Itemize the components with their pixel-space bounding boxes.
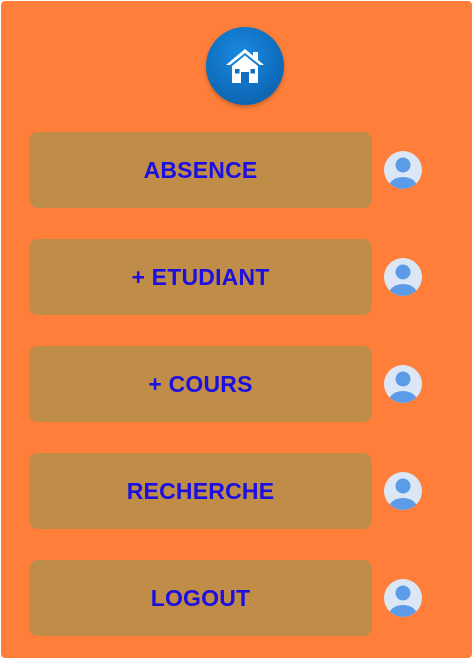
home-icon [226, 49, 264, 83]
user-avatar-icon[interactable] [384, 258, 422, 296]
menu-row-logout: LOGOUT [29, 560, 429, 636]
user-avatar-icon[interactable] [384, 472, 422, 510]
home-button[interactable] [206, 27, 284, 105]
absence-button[interactable]: ABSENCE [29, 132, 372, 208]
user-avatar-icon[interactable] [384, 151, 422, 189]
add-cours-button[interactable]: + COURS [29, 346, 372, 422]
user-avatar-icon[interactable] [384, 365, 422, 403]
menu-row-recherche: RECHERCHE [29, 453, 429, 529]
recherche-button[interactable]: RECHERCHE [29, 453, 372, 529]
menu-row-absence: ABSENCE [29, 132, 429, 208]
menu-row-etudiant: + ETUDIANT [29, 239, 429, 315]
user-avatar-icon[interactable] [384, 579, 422, 617]
logout-button[interactable]: LOGOUT [29, 560, 372, 636]
add-etudiant-button[interactable]: + ETUDIANT [29, 239, 372, 315]
menu-row-cours: + COURS [29, 346, 429, 422]
main-screen: ABSENCE + ETUDIANT + COURS RECHERCHE LOG… [1, 1, 472, 658]
